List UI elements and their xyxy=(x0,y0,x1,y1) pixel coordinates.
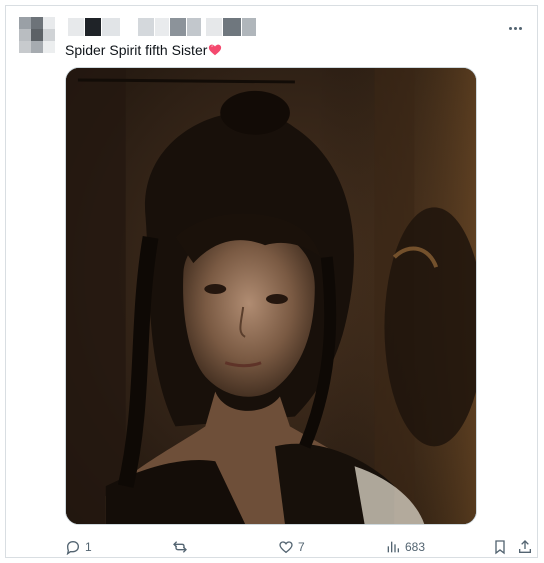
post-image[interactable] xyxy=(65,67,477,525)
views-button[interactable]: 683 xyxy=(385,536,425,558)
post-card[interactable]: Spider Spirit fifth Sister 1 7 683 xyxy=(5,5,538,558)
share-icon xyxy=(519,540,531,553)
more-icon xyxy=(508,26,512,30)
author-name-obscured[interactable] xyxy=(68,18,268,36)
post-actions: 1 7 683 xyxy=(65,536,537,558)
caption-text: Spider Spirit fifth Sister xyxy=(65,42,208,58)
reply-count: 1 xyxy=(85,540,92,554)
reply-button[interactable]: 1 xyxy=(65,536,92,558)
post-caption: Spider Spirit fifth Sister xyxy=(65,40,222,60)
bookmark-icon xyxy=(495,540,505,555)
like-icon xyxy=(279,541,293,554)
share-button[interactable] xyxy=(517,536,533,558)
like-count: 7 xyxy=(298,540,305,554)
repost-icon xyxy=(173,541,187,553)
heart-emoji-icon xyxy=(209,44,222,56)
avatar[interactable] xyxy=(19,17,55,53)
like-button[interactable]: 7 xyxy=(278,536,305,558)
repost-button[interactable] xyxy=(172,536,188,558)
bookmark-button[interactable] xyxy=(492,536,508,558)
view-count: 683 xyxy=(405,540,426,554)
more-options-button[interactable] xyxy=(503,18,527,38)
views-icon xyxy=(387,541,399,553)
reply-icon xyxy=(66,540,80,555)
